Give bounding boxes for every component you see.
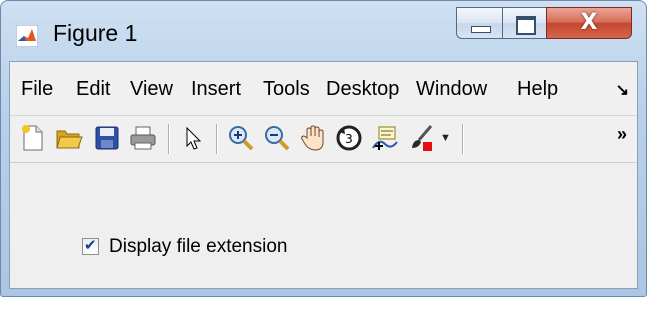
- caption-buttons: X: [456, 7, 632, 45]
- menu-desktop[interactable]: Desktop: [326, 78, 412, 101]
- close-button[interactable]: X: [546, 7, 632, 39]
- zoom-in-icon[interactable]: [226, 123, 256, 153]
- minimize-button[interactable]: [456, 7, 502, 39]
- new-figure-icon[interactable]: [18, 123, 48, 153]
- toolbar-separator: [462, 124, 464, 154]
- minimize-icon: [471, 26, 491, 33]
- toolbar-separator: [168, 124, 170, 154]
- rotate-3d-icon[interactable]: 3: [334, 123, 364, 153]
- pointer-icon[interactable]: [178, 123, 208, 153]
- menu-edit[interactable]: Edit: [76, 78, 110, 101]
- toolbar-separator: [216, 124, 218, 154]
- close-icon: X: [580, 10, 598, 35]
- data-cursor-icon[interactable]: [370, 123, 400, 153]
- figure-toolbar: 3 ▼ »: [10, 116, 637, 163]
- checkbox-label: Display file extension: [109, 236, 288, 257]
- toolbar-overflow-icon[interactable]: »: [617, 124, 627, 145]
- title-bar[interactable]: Figure 1 X: [1, 1, 646, 61]
- menu-help[interactable]: Help: [517, 78, 558, 101]
- menu-insert[interactable]: Insert: [191, 78, 241, 101]
- client-area: File Edit View Insert Tools Desktop Wind…: [9, 61, 638, 289]
- checkmark-icon: ✔: [84, 236, 97, 254]
- window-title: Figure 1: [53, 20, 138, 46]
- brush-icon[interactable]: [406, 123, 436, 153]
- matlab-logo-icon: [16, 25, 38, 47]
- svg-text:3: 3: [345, 132, 353, 146]
- menu-tools[interactable]: Tools: [263, 78, 310, 101]
- menu-overflow-icon[interactable]: ↘: [616, 80, 629, 100]
- menu-bar: File Edit View Insert Tools Desktop Wind…: [10, 62, 637, 116]
- brush-dropdown-icon[interactable]: ▼: [440, 132, 451, 144]
- figure-content: ✔ Display file extension: [10, 163, 637, 288]
- display-extension-checkbox[interactable]: ✔: [82, 236, 99, 255]
- pan-icon[interactable]: [298, 123, 328, 153]
- maximize-icon: [516, 16, 536, 35]
- menu-view[interactable]: View: [130, 78, 173, 101]
- open-file-icon[interactable]: [54, 123, 84, 153]
- menu-file[interactable]: File: [21, 78, 53, 101]
- zoom-out-icon[interactable]: [262, 123, 292, 153]
- menu-window[interactable]: Window: [416, 78, 508, 101]
- save-icon[interactable]: [92, 123, 122, 153]
- maximize-button[interactable]: [502, 7, 546, 39]
- figure-window: Figure 1 X File Edit View Insert Tools D…: [0, 0, 647, 297]
- print-icon[interactable]: [128, 123, 158, 153]
